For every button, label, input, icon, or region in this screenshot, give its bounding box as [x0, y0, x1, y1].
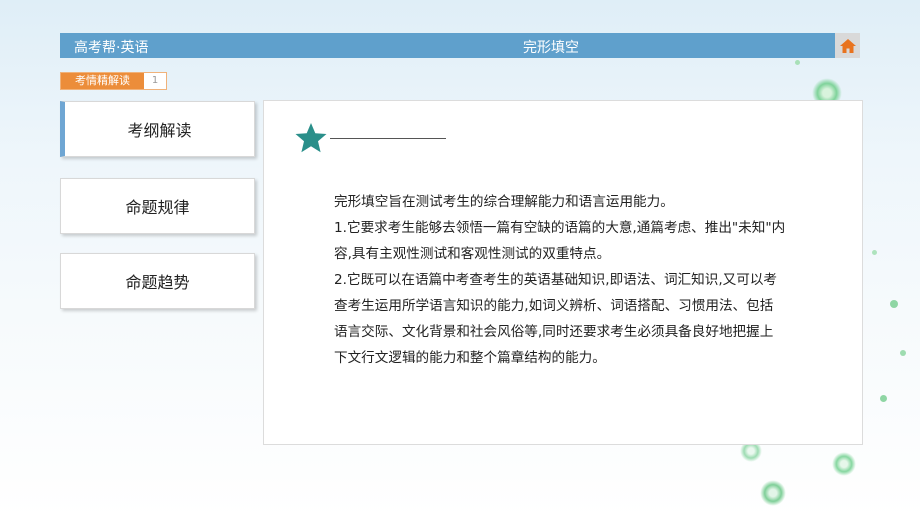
content-paragraph: 完形填空旨在测试考生的综合理解能力和语言运用能力。 — [334, 194, 674, 210]
nav-item-label: 考纲解读 — [127, 121, 192, 140]
decorative-dot — [900, 350, 906, 356]
title-underline — [330, 138, 446, 139]
content-panel: 完形填空旨在测试考生的综合理解能力和语言运用能力。 1.它要求考生能够去领悟一篇… — [263, 100, 863, 445]
star-icon — [295, 123, 327, 153]
chapter-title: 完形填空 — [523, 40, 579, 56]
content-paragraph: 2.它既可以在语篇中考查考生的英语基础知识,即语法、词汇知识,又可以考查考生运用… — [334, 272, 778, 366]
section-tag: 考情精解读 1 — [60, 72, 167, 90]
decorative-dot — [872, 250, 877, 255]
decorative-dot — [880, 395, 887, 402]
nav-item-label: 命题规律 — [125, 198, 190, 217]
content-body: 完形填空旨在测试考生的综合理解能力和语言运用能力。 1.它要求考生能够去领悟一篇… — [334, 189, 786, 371]
home-icon — [839, 38, 856, 53]
decorative-circle — [760, 480, 786, 506]
content-paragraph: 1.它要求考生能够去领悟一篇有空缺的语篇的大意,通篇考虑、推出"未知"内容,具有… — [334, 220, 786, 262]
header-bar: 高考帮·英语 完形填空 — [60, 33, 860, 58]
brand-title: 高考帮·英语 — [74, 40, 149, 56]
decorative-circle — [832, 452, 856, 476]
home-button[interactable] — [835, 33, 860, 58]
section-label: 考情精解读 — [61, 73, 144, 89]
decorative-dot — [890, 300, 898, 308]
section-number: 1 — [151, 75, 159, 86]
decorative-dot — [795, 60, 800, 65]
nav-item-label: 命题趋势 — [125, 273, 190, 292]
nav-item-patterns[interactable]: 命题规律 — [60, 178, 255, 234]
nav-item-trends[interactable]: 命题趋势 — [60, 253, 255, 309]
nav-item-syllabus[interactable]: 考纲解读 — [60, 101, 255, 157]
